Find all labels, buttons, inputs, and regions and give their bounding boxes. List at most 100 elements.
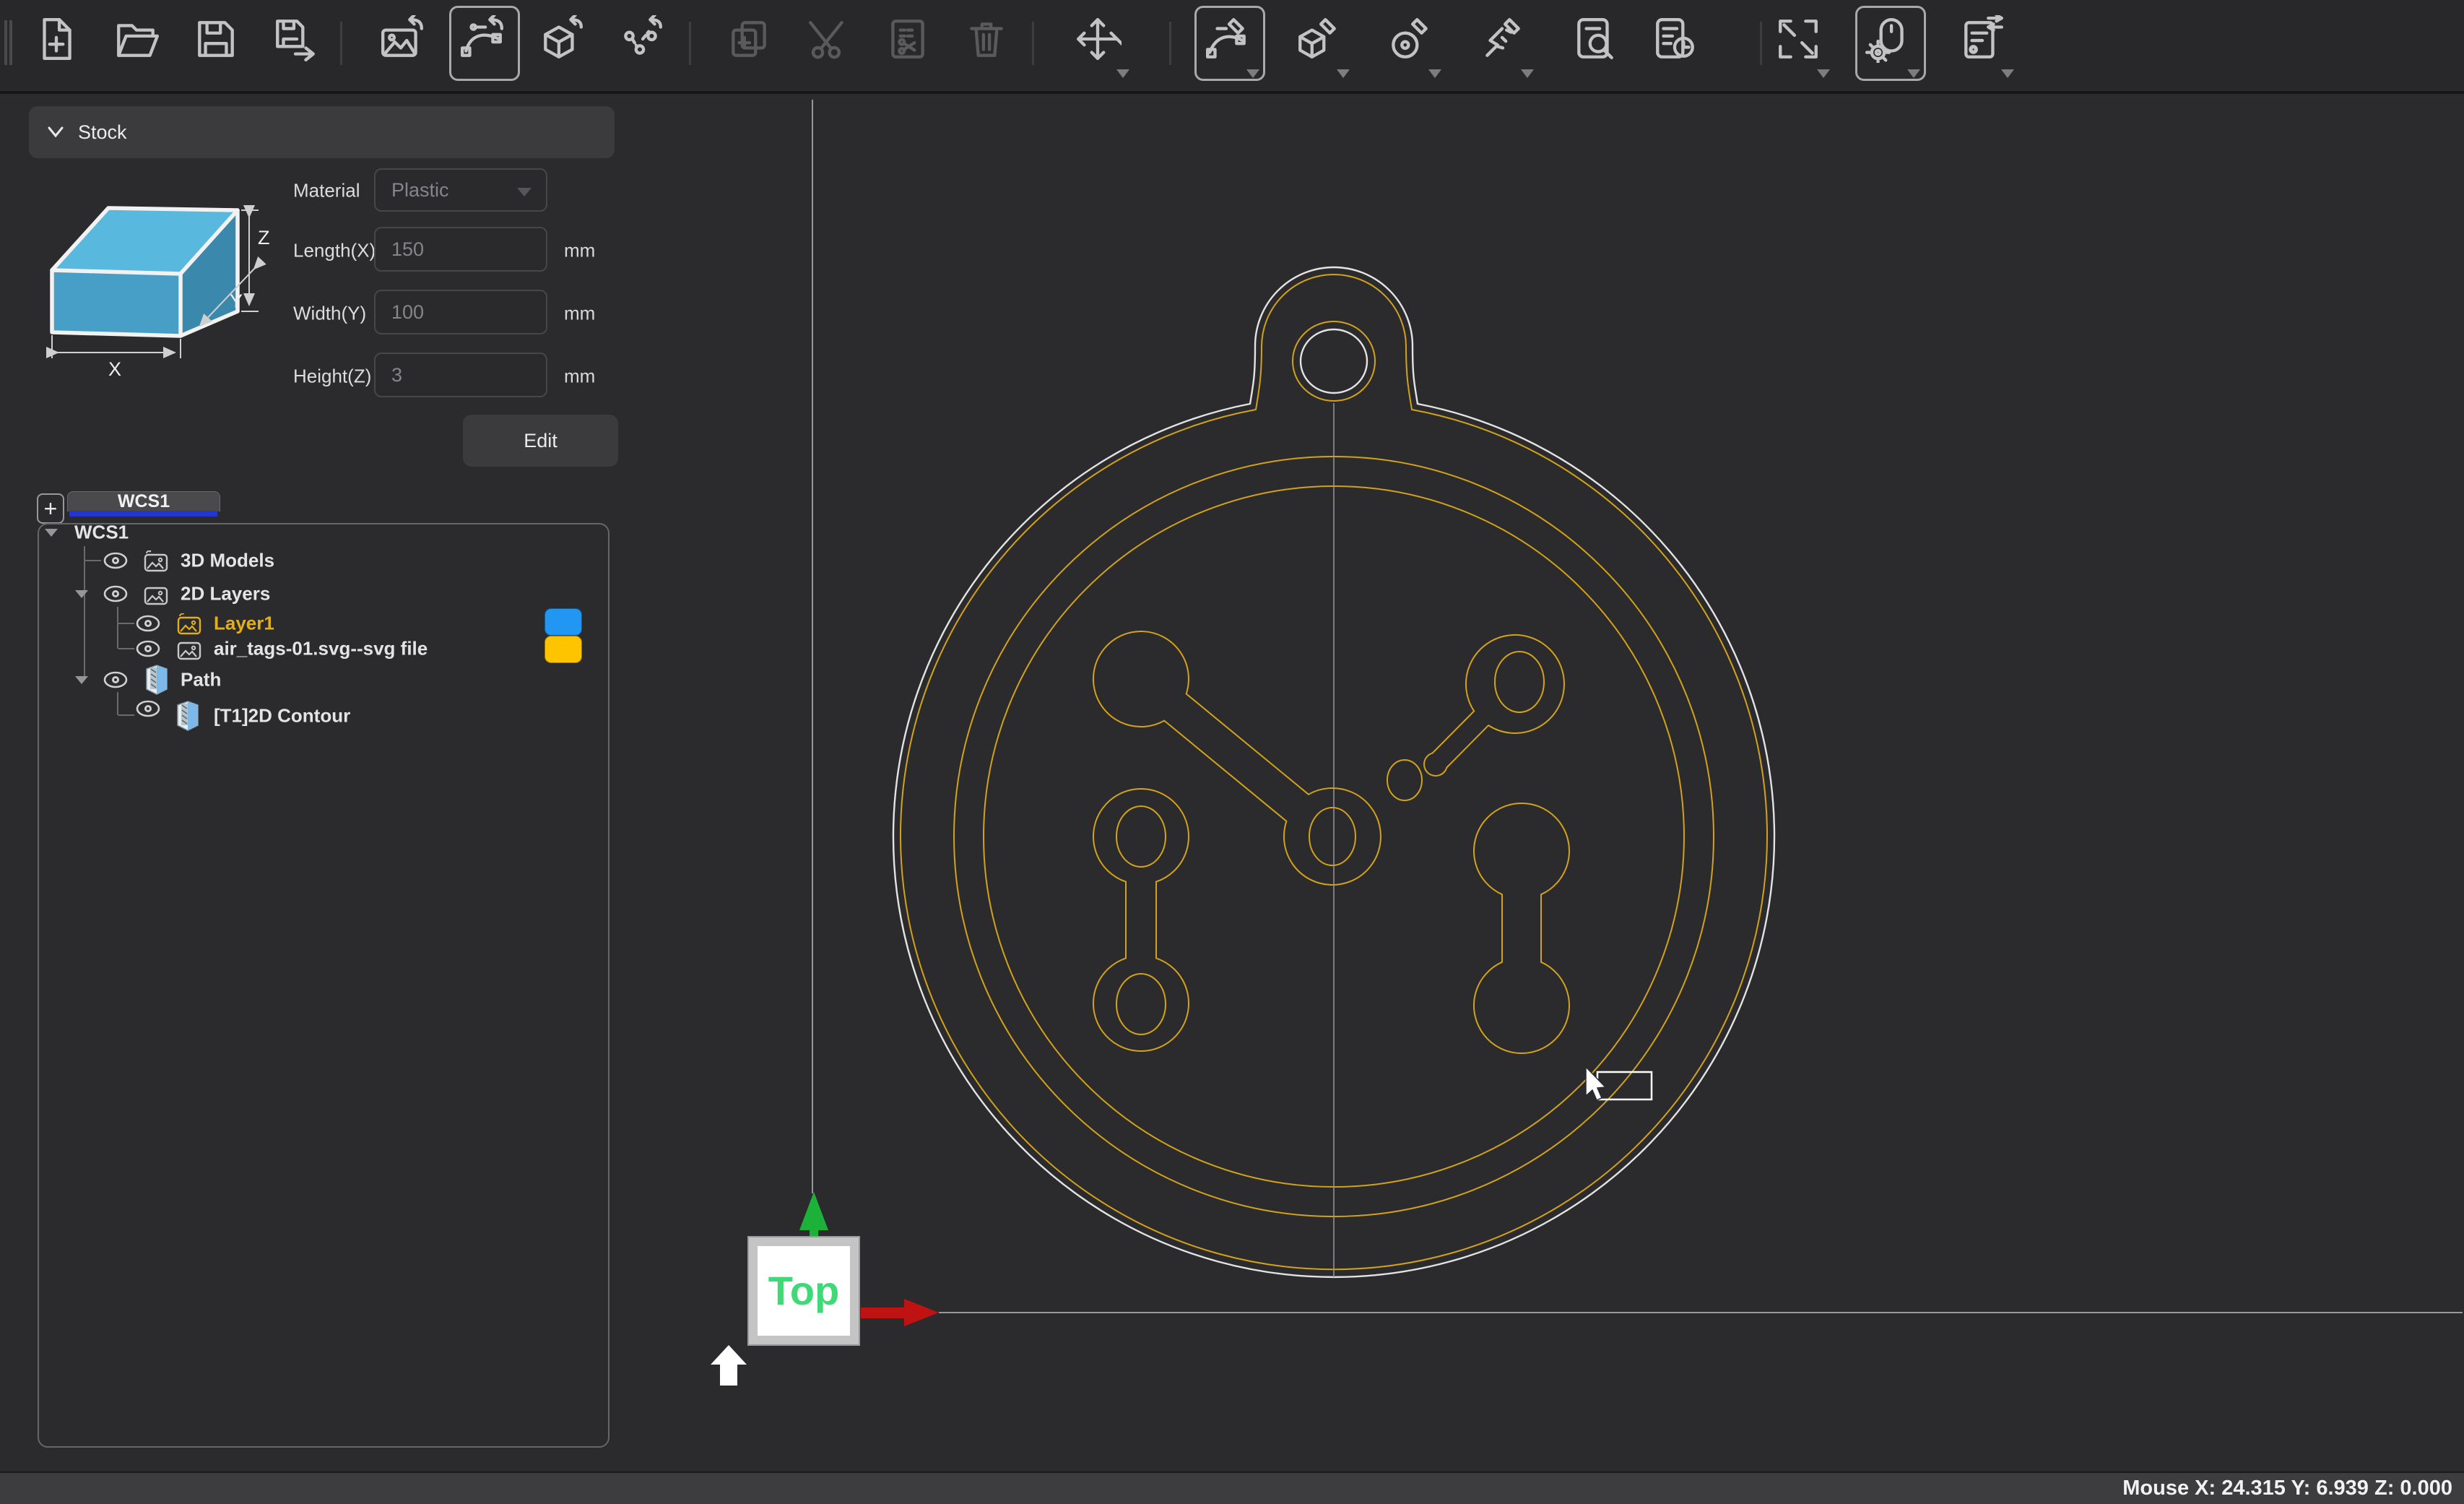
vector-repair-menu-caret[interactable] — [1521, 69, 1534, 78]
plus-icon: + — [44, 496, 58, 522]
stock-preview-figure: Z Y X — [40, 195, 289, 386]
height-z-unit: mm — [564, 366, 595, 388]
tree-connector — [117, 607, 118, 649]
import-toolpath-button[interactable] — [614, 12, 669, 66]
edit-3d-model-icon — [1294, 15, 1342, 63]
save-icon — [192, 15, 240, 63]
toolbar-grip[interactable] — [9, 20, 12, 65]
tree-connector — [118, 648, 134, 649]
edit-rotary-button[interactable] — [1382, 12, 1437, 66]
new-file-button[interactable] — [29, 12, 84, 66]
edit-stock-button[interactable]: Edit — [463, 415, 618, 467]
transform-menu-caret[interactable] — [1116, 69, 1129, 78]
toolpath-info-button[interactable] — [1648, 12, 1703, 66]
post-process-button[interactable] — [1955, 12, 2010, 66]
layer1-color-swatch[interactable] — [545, 608, 582, 636]
add-wcs-button[interactable]: + — [37, 493, 64, 524]
tree-item-2d-contour[interactable]: [T1]2D Contour — [214, 705, 350, 727]
width-y-label: Width(Y) — [293, 303, 366, 325]
visibility-eye-icon[interactable] — [135, 699, 161, 718]
home-view-icon[interactable] — [711, 1345, 747, 1386]
new-file-icon — [32, 15, 80, 63]
material-label: Material — [293, 180, 360, 202]
y-axis-green-arrow — [799, 1192, 828, 1237]
height-z-value: 3 — [391, 364, 402, 386]
tree-connector — [84, 546, 85, 680]
toolbar-separator — [340, 22, 342, 65]
open-file-button[interactable] — [109, 12, 164, 66]
wcs-tab-label: WCS1 — [118, 491, 170, 512]
fit-view-button[interactable] — [1771, 12, 1826, 66]
dropdown-caret-icon — [517, 188, 532, 196]
material-value: Plastic — [391, 179, 449, 202]
main-toolbar — [0, 0, 2464, 94]
toolbar-separator — [1032, 22, 1034, 65]
width-y-input[interactable]: 100 — [374, 290, 547, 334]
transform-button[interactable] — [1070, 12, 1125, 66]
save-as-icon — [272, 15, 319, 63]
edit-rotary-icon — [1386, 15, 1433, 63]
tree-root-wcs1[interactable]: WCS1 — [74, 522, 129, 544]
edit-stock-label: Edit — [524, 430, 558, 452]
post-process-menu-caret[interactable] — [2001, 69, 2014, 78]
height-z-input[interactable]: 3 — [374, 353, 547, 397]
edit-rotary-menu-caret[interactable] — [1428, 69, 1441, 78]
material-select[interactable]: Plastic — [374, 168, 547, 212]
mouse-settings-button[interactable] — [1861, 12, 1916, 66]
visibility-eye-icon[interactable] — [103, 670, 129, 689]
view-cube-label: Top — [768, 1268, 839, 1313]
mouse-settings-menu-caret[interactable] — [1907, 69, 1920, 78]
tree-item-layer1[interactable]: Layer1 — [214, 613, 274, 635]
length-x-value: 150 — [391, 238, 424, 261]
fit-view-menu-caret[interactable] — [1817, 69, 1830, 78]
length-x-unit: mm — [564, 240, 595, 262]
paste-toolpath-icon — [884, 15, 932, 63]
stock-section-header[interactable]: Stock — [29, 106, 615, 158]
fit-view-icon — [1774, 15, 1822, 63]
import-image-button[interactable] — [375, 12, 430, 66]
wcs-tab[interactable]: WCS1 — [67, 491, 220, 511]
import-vectors-button[interactable] — [455, 12, 510, 66]
stock-front-face — [52, 270, 181, 336]
toolpath-tool-icon — [142, 663, 171, 696]
save-button[interactable] — [188, 12, 243, 66]
visibility-eye-icon[interactable] — [135, 639, 161, 658]
toolpath-preview-button[interactable] — [1568, 12, 1623, 66]
edit-3d-model-button[interactable] — [1290, 12, 1345, 66]
chevron-down-icon — [45, 124, 66, 140]
edit-vectors-menu-caret[interactable] — [1246, 69, 1259, 78]
svg-file-color-swatch[interactable] — [545, 636, 582, 663]
edit-vectors-button[interactable] — [1200, 12, 1255, 66]
view-cube[interactable]: Top — [748, 1237, 859, 1345]
cut-button[interactable] — [801, 12, 856, 66]
toolbar-grip[interactable] — [4, 20, 7, 65]
copy-icon — [726, 15, 773, 63]
width-y-value: 100 — [391, 301, 424, 324]
post-process-icon — [1958, 15, 2006, 63]
trash-icon — [963, 15, 1010, 63]
save-as-button[interactable] — [268, 12, 323, 66]
tree-item-svg-file[interactable]: air_tags-01.svg--svg file — [214, 638, 428, 660]
visibility-eye-icon[interactable] — [103, 584, 129, 603]
paste-toolpath-button[interactable] — [880, 12, 935, 66]
import-3d-model-button[interactable] — [534, 12, 589, 66]
delete-button[interactable] — [959, 12, 1014, 66]
vector-repair-button[interactable] — [1475, 12, 1530, 66]
width-y-unit: mm — [564, 303, 595, 325]
visibility-eye-icon[interactable] — [103, 551, 129, 570]
stock-section-title: Stock — [78, 121, 127, 144]
length-x-input[interactable]: 150 — [374, 227, 547, 272]
copy-button[interactable] — [722, 12, 777, 66]
tree-item-3d-models[interactable]: 3D Models — [181, 550, 274, 572]
path-expander[interactable] — [75, 676, 88, 684]
import-toolpath-icon — [617, 15, 665, 63]
2d-layers-expander[interactable] — [75, 590, 88, 598]
design-canvas[interactable]: Top — [614, 90, 2464, 1471]
wcs-root-expander[interactable] — [45, 529, 58, 537]
edit-3d-model-menu-caret[interactable] — [1337, 69, 1350, 78]
tree-item-path[interactable]: Path — [181, 669, 221, 691]
active-layer-icon — [175, 613, 202, 635]
visibility-eye-icon[interactable] — [135, 614, 161, 633]
tree-item-2d-layers[interactable]: 2D Layers — [181, 583, 270, 605]
toolbar-separator — [689, 22, 691, 65]
